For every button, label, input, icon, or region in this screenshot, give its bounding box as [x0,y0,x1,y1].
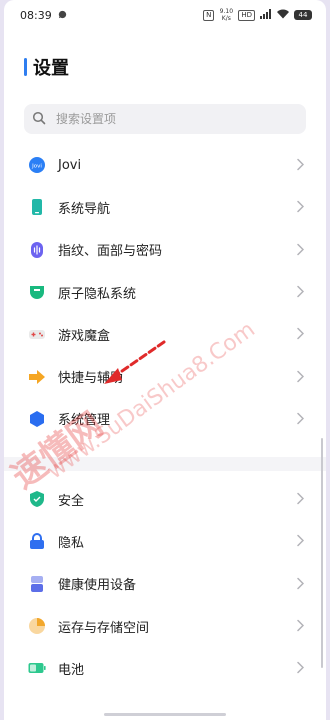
hexagon-system-icon [28,410,46,428]
storage-pie-icon [28,617,46,635]
search-input[interactable] [54,111,288,127]
settings-item-fingerprint[interactable]: 指纹、面部与密码 [4,229,326,271]
settings-item-label: 系统导航 [58,201,111,217]
status-bar: 08:39 N 9.10 K/s HD 44 [4,0,326,30]
shield-security-icon [28,490,46,508]
settings-item-label: 指纹、面部与密码 [58,244,163,260]
chevron-right-icon [297,240,305,259]
shortcut-arrow-icon [28,368,46,386]
svg-text:Jovi: Jovi [31,164,42,170]
settings-item-label: 健康使用设备 [58,578,137,594]
scrollbar[interactable] [321,438,323,668]
search-box[interactable] [24,104,306,134]
settings-item-label: 原子隐私系统 [58,286,137,302]
settings-item-hexagon-system[interactable]: 系统管理 [4,398,326,440]
settings-item-lock[interactable]: 隐私 [4,520,326,562]
chevron-right-icon [297,198,305,217]
settings-item-label: 电池 [58,662,85,678]
settings-item-storage-pie[interactable]: 运存与存储空间 [4,605,326,647]
fingerprint-icon [28,241,46,259]
battery-icon [28,659,46,677]
settings-screen: 08:39 N 9.10 K/s HD 44 设置 Jovi Jovi 系统导航指纹… [4,0,326,720]
chevron-right-icon [297,490,305,509]
header-accent-bar [24,58,27,76]
signal-icon [260,9,272,21]
settings-item-shield-security[interactable]: 安全 [4,478,326,520]
section-divider [4,457,326,471]
chevron-right-icon [297,659,305,678]
network-speed: 9.10 K/s [219,8,234,22]
settings-item-label: Jovi [58,157,82,173]
chevron-right-icon [297,409,305,428]
phone-nav-icon [28,198,46,216]
settings-item-label: 系统管理 [58,413,111,429]
settings-item-label: 游戏魔盒 [58,328,111,344]
chevron-right-icon [297,574,305,593]
gamepad-icon [28,325,46,343]
page-header: 设置 [24,54,69,80]
battery-level: 44 [294,10,312,20]
nfc-icon: N [203,9,215,21]
settings-item-label: 隐私 [58,535,85,551]
settings-item-gamepad[interactable]: 游戏魔盒 [4,313,326,355]
chevron-right-icon [297,156,305,175]
chevron-right-icon [297,617,305,636]
settings-item-health-device[interactable]: 健康使用设备 [4,563,326,605]
shield-privacy-icon [28,283,46,301]
status-time: 08:39 [20,8,52,22]
search-icon [24,110,46,129]
chevron-right-icon [297,532,305,551]
settings-item-phone-nav[interactable]: 系统导航 [4,186,326,228]
settings-item-shield-privacy[interactable]: 原子隐私系统 [4,271,326,313]
page-title: 设置 [33,58,69,79]
hd-icon: HD [238,9,255,21]
home-indicator[interactable] [104,713,226,716]
wifi-icon [277,9,289,21]
settings-list-secondary: 安全隐私健康使用设备 运存与存储空间 电池 [4,478,326,689]
settings-item-battery[interactable]: 电池 [4,647,326,689]
jovi-icon: Jovi [28,156,46,174]
settings-item-label: 运存与存储空间 [58,620,150,636]
settings-list-primary: Jovi Jovi 系统导航指纹、面部与密码 原子隐私系统 游戏魔盒快捷与辅助系统管理 [4,144,326,440]
chevron-right-icon [297,325,305,344]
message-icon [58,9,67,22]
settings-item-jovi[interactable]: Jovi Jovi [4,144,326,186]
settings-item-shortcut-arrow[interactable]: 快捷与辅助 [4,355,326,397]
health-device-icon [28,575,46,593]
settings-item-label: 安全 [58,493,85,509]
chevron-right-icon [297,367,305,386]
lock-icon [28,532,46,550]
settings-item-label: 快捷与辅助 [58,371,124,387]
chevron-right-icon [297,283,305,302]
